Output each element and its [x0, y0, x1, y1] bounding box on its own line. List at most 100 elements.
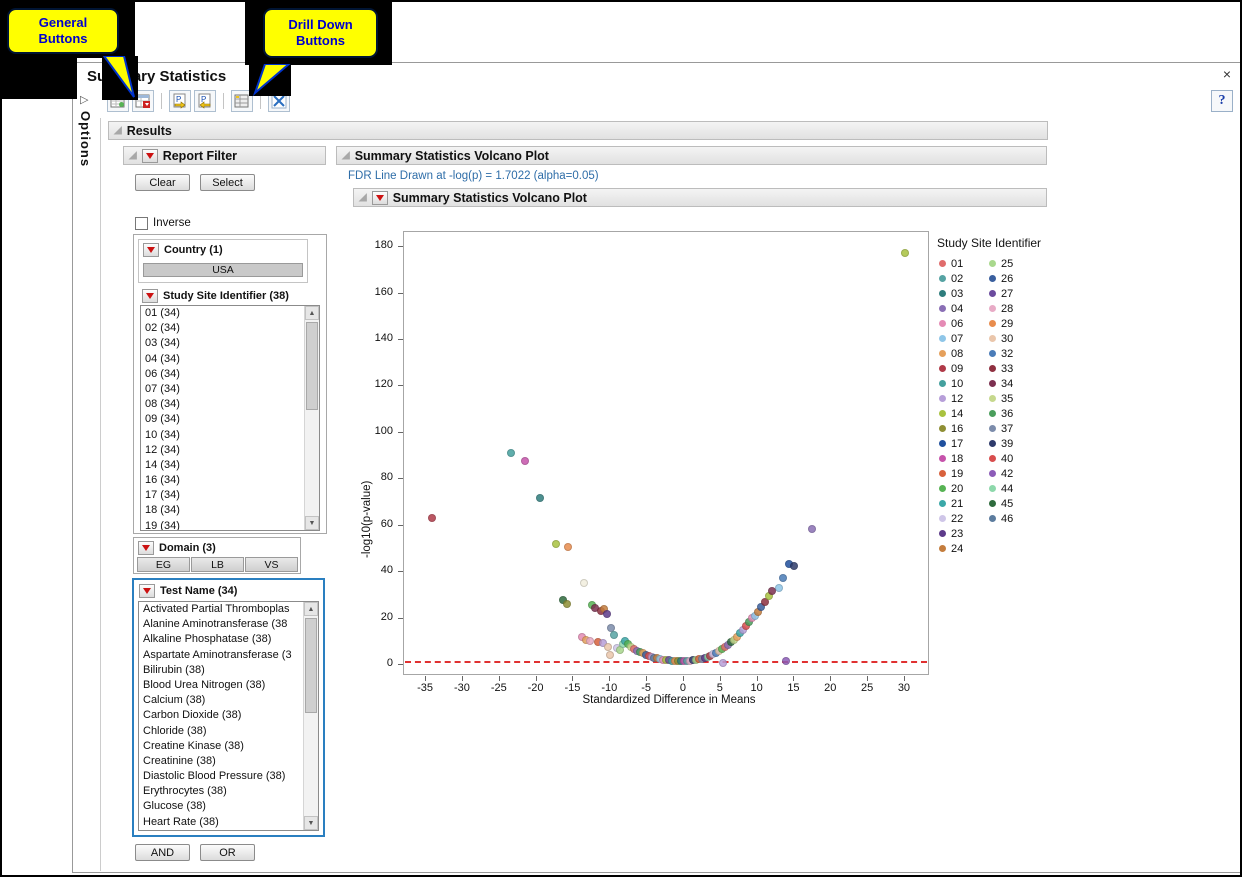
domain-button-lb[interactable]: LB [191, 557, 244, 572]
list-item[interactable]: 08 (34) [141, 397, 304, 412]
help-button[interactable]: ? [1211, 90, 1233, 112]
list-item[interactable]: 10 (34) [141, 428, 304, 443]
scatter-point[interactable] [580, 579, 588, 587]
clear-button[interactable]: Clear [135, 174, 190, 191]
legend-item[interactable]: 09 [939, 361, 963, 376]
expand-panel-icon[interactable]: ▷ [80, 93, 88, 106]
and-button[interactable]: AND [135, 844, 190, 861]
list-item[interactable]: 16 (34) [141, 473, 304, 488]
scatter-point[interactable] [610, 631, 618, 639]
disclosure-icon[interactable]: ◢ [114, 126, 122, 136]
test-name-list-scrollbar[interactable]: ▲ ▼ [303, 602, 318, 830]
legend-item[interactable]: 40 [989, 451, 1013, 466]
site-list-scrollbar[interactable]: ▲ ▼ [304, 306, 319, 530]
legend-item[interactable]: 16 [939, 421, 963, 436]
scatter-point[interactable] [603, 610, 611, 618]
scatter-point[interactable] [768, 587, 776, 595]
legend-item[interactable]: 44 [989, 481, 1013, 496]
legend-item[interactable]: 03 [939, 286, 963, 301]
legend-item[interactable]: 06 [939, 316, 963, 331]
disclosure-icon[interactable]: ◢ [129, 151, 137, 161]
legend-item[interactable]: 12 [939, 391, 963, 406]
legend-item[interactable]: 08 [939, 346, 963, 361]
list-item[interactable]: Glucose (38) [139, 799, 303, 814]
list-item[interactable]: 19 (34) [141, 519, 304, 530]
legend-item[interactable]: 36 [989, 406, 1013, 421]
select-button[interactable]: Select [200, 174, 255, 191]
scatter-point[interactable] [719, 659, 727, 667]
red-triangle-menu-icon[interactable] [139, 584, 155, 598]
red-triangle-menu-icon[interactable] [143, 243, 159, 257]
legend-item[interactable]: 17 [939, 436, 963, 451]
legend-item[interactable]: 30 [989, 331, 1013, 346]
list-item[interactable]: Erythrocytes (38) [139, 784, 303, 799]
legend-item[interactable]: 23 [939, 526, 963, 541]
inverse-checkbox[interactable] [135, 217, 148, 230]
list-item[interactable]: 14 (34) [141, 458, 304, 473]
scatter-point[interactable] [428, 514, 436, 522]
list-item[interactable]: 18 (34) [141, 503, 304, 518]
legend-item[interactable]: 26 [989, 271, 1013, 286]
red-triangle-menu-icon[interactable] [138, 541, 154, 555]
legend-item[interactable]: 35 [989, 391, 1013, 406]
list-item[interactable]: 09 (34) [141, 412, 304, 427]
scroll-thumb[interactable] [305, 618, 317, 713]
domain-button-vs[interactable]: VS [245, 557, 298, 572]
legend-item[interactable]: 04 [939, 301, 963, 316]
red-triangle-menu-icon[interactable] [372, 191, 388, 205]
disclosure-icon[interactable]: ◢ [359, 193, 367, 203]
scroll-up-icon[interactable]: ▲ [305, 306, 319, 320]
scroll-up-icon[interactable]: ▲ [304, 602, 318, 616]
legend-item[interactable]: 27 [989, 286, 1013, 301]
legend-item[interactable]: 10 [939, 376, 963, 391]
list-item[interactable]: Creatinine (38) [139, 754, 303, 769]
legend-item[interactable]: 07 [939, 331, 963, 346]
legend-item[interactable]: 28 [989, 301, 1013, 316]
scatter-point[interactable] [536, 494, 544, 502]
legend-item[interactable]: 14 [939, 406, 963, 421]
list-item[interactable]: 12 (34) [141, 443, 304, 458]
legend-item[interactable]: 32 [989, 346, 1013, 361]
next-report-button[interactable]: P [194, 90, 216, 112]
results-header[interactable]: ◢ Results [108, 121, 1048, 140]
volcano-plot-header[interactable]: ◢ Summary Statistics Volcano Plot [353, 188, 1047, 207]
list-item[interactable]: Diastolic Blood Pressure (38) [139, 769, 303, 784]
report-filter-header[interactable]: ◢ Report Filter [123, 146, 326, 165]
list-item[interactable]: Calcium (38) [139, 693, 303, 708]
legend-item[interactable]: 20 [939, 481, 963, 496]
scroll-down-icon[interactable]: ▼ [305, 516, 319, 530]
legend-item[interactable]: 22 [939, 511, 963, 526]
list-item[interactable]: Activated Partial Thromboplas [139, 602, 303, 617]
list-item[interactable]: Blood Urea Nitrogen (38) [139, 678, 303, 693]
volcano-section-header[interactable]: ◢ Summary Statistics Volcano Plot [336, 146, 1047, 165]
scatter-point[interactable] [552, 540, 560, 548]
legend-item[interactable]: 02 [939, 271, 963, 286]
legend-item[interactable]: 39 [989, 436, 1013, 451]
legend-item[interactable]: 29 [989, 316, 1013, 331]
list-item[interactable]: 06 (34) [141, 367, 304, 382]
list-item[interactable]: Chloride (38) [139, 724, 303, 739]
disclosure-icon[interactable]: ◢ [342, 151, 350, 161]
options-panel-label[interactable]: Options [78, 111, 93, 167]
scatter-point[interactable] [521, 457, 529, 465]
legend-item[interactable]: 25 [989, 256, 1013, 271]
list-item[interactable]: 01 (34) [141, 306, 304, 321]
list-item[interactable]: 02 (34) [141, 321, 304, 336]
scatter-point[interactable] [808, 525, 816, 533]
previous-report-button[interactable]: P [169, 90, 191, 112]
scatter-point[interactable] [782, 657, 790, 665]
legend-item[interactable]: 46 [989, 511, 1013, 526]
legend-item[interactable]: 24 [939, 541, 963, 556]
red-triangle-menu-icon[interactable] [142, 149, 158, 163]
list-item[interactable]: 04 (34) [141, 352, 304, 367]
scatter-point[interactable] [507, 449, 515, 457]
scatter-point[interactable] [790, 562, 798, 570]
scatter-point[interactable] [563, 600, 571, 608]
legend-item[interactable]: 45 [989, 496, 1013, 511]
list-item[interactable]: Aspartate Aminotransferase (3 [139, 648, 303, 663]
list-item[interactable]: 07 (34) [141, 382, 304, 397]
scatter-point[interactable] [606, 651, 614, 659]
scatter-point[interactable] [775, 584, 783, 592]
scroll-down-icon[interactable]: ▼ [304, 816, 318, 830]
list-item[interactable]: Carbon Dioxide (38) [139, 708, 303, 723]
